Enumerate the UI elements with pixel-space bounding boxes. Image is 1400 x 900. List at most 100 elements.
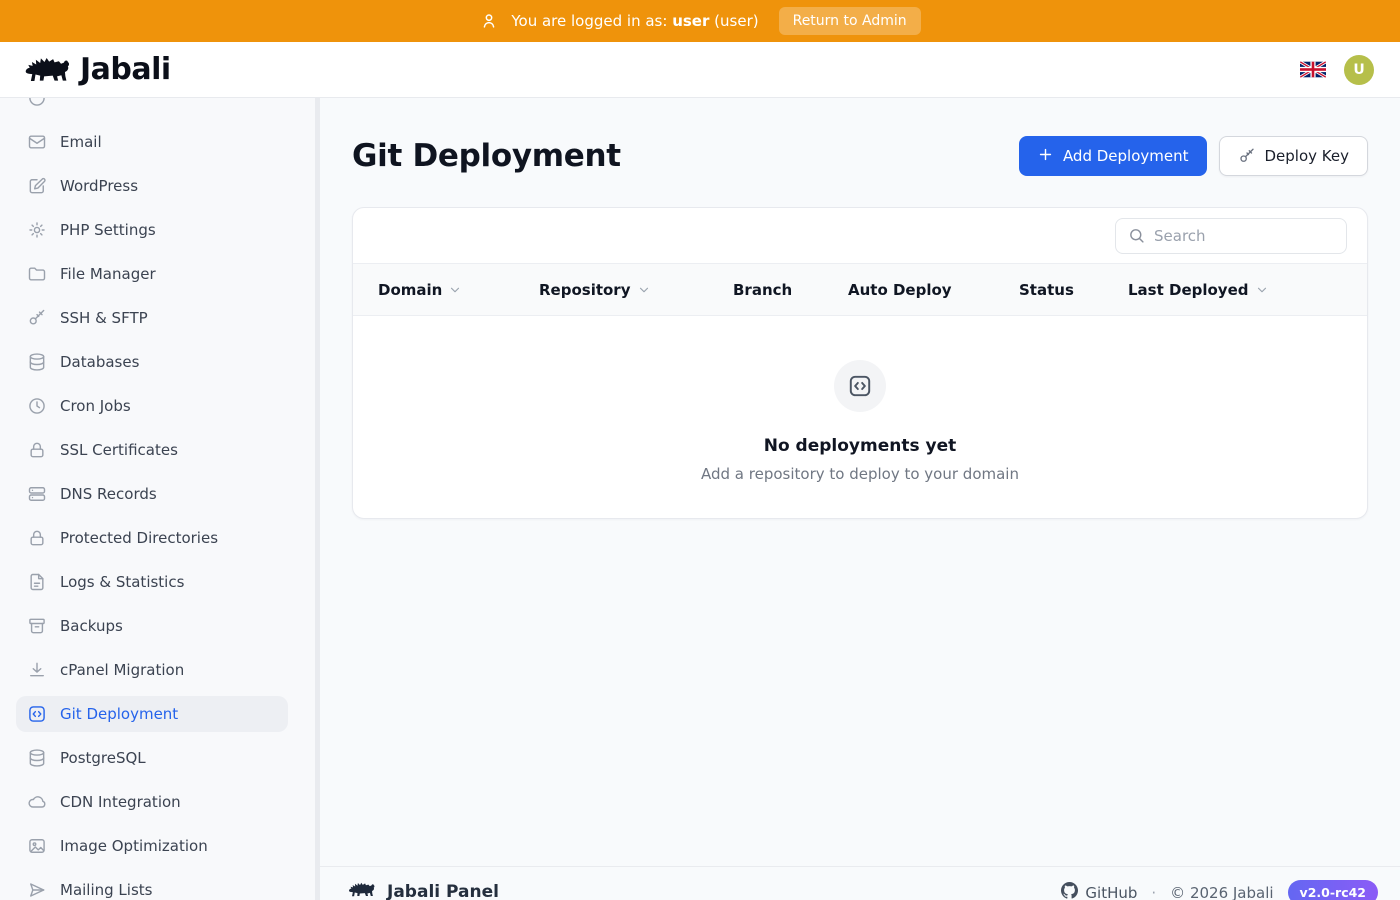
- sidebar-item-file-manager[interactable]: File Manager: [16, 256, 288, 292]
- sidebar-item-logs-statistics[interactable]: Logs & Statistics: [16, 564, 288, 600]
- table-header-row: Domain Repository Branch Auto Deploy Status L…: [353, 263, 1367, 316]
- column-header-status: Status: [1019, 281, 1128, 299]
- sidebar-item-ssh-sftp[interactable]: SSH & SFTP: [16, 300, 288, 336]
- code-square-icon: [27, 704, 47, 724]
- gear-icon: [27, 220, 47, 240]
- deploy-key-button[interactable]: Deploy Key: [1219, 136, 1369, 176]
- sidebar-item-label: Protected Directories: [60, 529, 218, 547]
- column-label: Branch: [733, 281, 792, 299]
- boar-logo-icon: [24, 53, 70, 86]
- sidebar-item-label: PostgreSQL: [60, 749, 146, 767]
- sidebar-item-label: SSL Certificates: [60, 441, 178, 459]
- column-label: Auto Deploy: [848, 281, 952, 299]
- column-header-domain[interactable]: Domain: [378, 281, 539, 299]
- sidebar-item-label: cPanel Migration: [60, 661, 184, 679]
- image-icon: [27, 836, 47, 856]
- login-role: (user): [714, 12, 758, 30]
- sidebar-item-hidden-partial: [16, 98, 288, 116]
- lock-icon: [27, 440, 47, 460]
- sidebar-item-image-optimization[interactable]: Image Optimization: [16, 828, 288, 864]
- sidebar-item-label: DNS Records: [60, 485, 157, 503]
- column-label: Domain: [378, 281, 442, 299]
- chevron-down-icon: [637, 283, 651, 297]
- database-icon: [27, 352, 47, 372]
- sidebar-item-databases[interactable]: Databases: [16, 344, 288, 380]
- database-icon: [27, 748, 47, 768]
- column-label: Repository: [539, 281, 631, 299]
- sidebar-item-label: SSH & SFTP: [60, 309, 148, 327]
- github-link[interactable]: GitHub: [1061, 882, 1137, 900]
- sidebar-item-label: CDN Integration: [60, 793, 181, 811]
- send-icon: [27, 880, 47, 900]
- mail-icon: [27, 132, 47, 152]
- file-text-icon: [27, 572, 47, 592]
- add-deployment-button[interactable]: Add Deployment: [1019, 136, 1207, 176]
- deployments-card: Domain Repository Branch Auto Deploy Status L…: [352, 207, 1368, 519]
- footer-separator: ·: [1151, 884, 1156, 900]
- column-header-branch: Branch: [733, 281, 848, 299]
- login-username: user: [672, 12, 709, 30]
- sidebar-item-label: Mailing Lists: [60, 881, 152, 899]
- search-box[interactable]: [1115, 218, 1347, 254]
- chevron-down-icon: [448, 283, 462, 297]
- column-header-repository[interactable]: Repository: [539, 281, 733, 299]
- user-avatar[interactable]: U: [1344, 55, 1374, 85]
- sidebar-item-backups[interactable]: Backups: [16, 608, 288, 644]
- sidebar-item-label: Image Optimization: [60, 837, 208, 855]
- sidebar-item-dns-records[interactable]: DNS Records: [16, 476, 288, 512]
- plus-icon: [1037, 146, 1054, 167]
- empty-state-title: No deployments yet: [353, 436, 1367, 456]
- sidebar-item-label: Cron Jobs: [60, 397, 131, 415]
- page-title: Git Deployment: [352, 138, 621, 174]
- key-icon: [27, 308, 47, 328]
- column-label: Last Deployed: [1128, 281, 1249, 299]
- sidebar-item-label: Databases: [60, 353, 139, 371]
- clock-icon: [27, 396, 47, 416]
- sidebar-item-label: Backups: [60, 617, 123, 635]
- github-icon: [1061, 882, 1078, 900]
- circle-icon: [27, 98, 47, 108]
- lock-icon: [27, 528, 47, 548]
- code-square-icon: [834, 360, 886, 412]
- search-icon: [1128, 227, 1145, 244]
- return-to-admin-button[interactable]: Return to Admin: [779, 7, 921, 35]
- column-header-last-deployed[interactable]: Last Deployed: [1128, 281, 1367, 299]
- app-header: Jabali U: [0, 42, 1400, 98]
- main-content: Git Deployment Add Deployment Deploy Key: [320, 98, 1400, 900]
- sidebar-item-php-settings[interactable]: PHP Settings: [16, 212, 288, 248]
- sidebar-item-postgresql[interactable]: PostgreSQL: [16, 740, 288, 776]
- download-icon: [27, 660, 47, 680]
- footer-copyright: © 2026 Jabali: [1170, 884, 1273, 900]
- sidebar-item-label: Git Deployment: [60, 705, 178, 723]
- column-header-auto-deploy: Auto Deploy: [848, 281, 1019, 299]
- sidebar-item-cpanel-migration[interactable]: cPanel Migration: [16, 652, 288, 688]
- server-icon: [27, 484, 47, 504]
- boar-logo-icon: [348, 880, 375, 900]
- sidebar-item-email[interactable]: Email: [16, 124, 288, 160]
- uk-flag-icon[interactable]: [1300, 61, 1326, 78]
- sidebar-item-git-deployment[interactable]: Git Deployment: [16, 696, 288, 732]
- sidebar-item-mailing-lists[interactable]: Mailing Lists: [16, 872, 288, 900]
- version-badge: v2.0-rc42: [1288, 880, 1378, 900]
- sidebar-item-label: File Manager: [60, 265, 156, 283]
- sidebar-item-label: Email: [60, 133, 102, 151]
- sidebar-item-cdn-integration[interactable]: CDN Integration: [16, 784, 288, 820]
- footer-brand: Jabali Panel: [387, 882, 499, 900]
- sidebar-item-cron-jobs[interactable]: Cron Jobs: [16, 388, 288, 424]
- empty-state-subtitle: Add a repository to deploy to your domai…: [353, 465, 1367, 483]
- search-input[interactable]: [1154, 227, 1334, 245]
- chevron-down-icon: [1255, 283, 1269, 297]
- brand-logo[interactable]: Jabali: [24, 52, 171, 87]
- login-message: You are logged in as: user (user): [511, 12, 758, 30]
- pen-square-icon: [27, 176, 47, 196]
- sidebar-item-label: PHP Settings: [60, 221, 156, 239]
- cloud-icon: [27, 792, 47, 812]
- column-label: Status: [1019, 281, 1074, 299]
- key-icon: [1238, 147, 1256, 165]
- sidebar-item-ssl-certificates[interactable]: SSL Certificates: [16, 432, 288, 468]
- sidebar-item-label: WordPress: [60, 177, 138, 195]
- archive-icon: [27, 616, 47, 636]
- empty-state: No deployments yet Add a repository to d…: [353, 316, 1367, 518]
- sidebar-item-protected-directories[interactable]: Protected Directories: [16, 520, 288, 556]
- sidebar-item-wordpress[interactable]: WordPress: [16, 168, 288, 204]
